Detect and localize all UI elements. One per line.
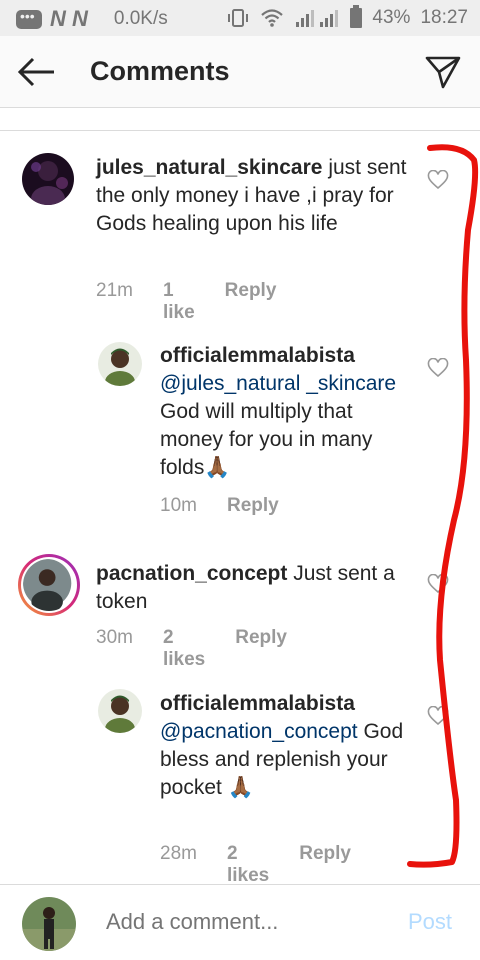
like-heart-icon[interactable] [427, 574, 449, 594]
signal-icon [296, 10, 339, 27]
like-heart-icon[interactable] [427, 706, 449, 726]
comment-text: jules_natural_skincare just sent the onl… [96, 154, 414, 238]
comment-text: officialemmalabista @jules_natural _skin… [160, 342, 414, 482]
comment-text: officialemmalabista @pacnation_concept G… [160, 690, 414, 802]
page-title: Comments [90, 56, 230, 86]
comment-username[interactable]: officialemmalabista [160, 344, 355, 367]
reply-button[interactable]: Reply [299, 843, 351, 887]
divider [0, 130, 480, 131]
comment-meta: 30m 2 likes Reply [96, 627, 287, 671]
post-button[interactable]: Post [408, 909, 452, 935]
comment-meta: 28m 2 likes Reply [160, 843, 351, 887]
back-arrow-icon[interactable] [16, 56, 56, 88]
comment-time: 30m [96, 627, 133, 648]
mention-link[interactable]: @jules_natural _skincare [160, 372, 396, 395]
vibrate-icon [228, 9, 249, 27]
wifi-icon [261, 9, 284, 27]
header-bar: Comments [0, 36, 480, 108]
status-bar: N N 0.0K/s 43% 18:27 [0, 0, 480, 36]
comment-time: 21m [96, 280, 133, 301]
avatar[interactable] [98, 342, 142, 386]
clock: 18:27 [420, 7, 468, 28]
reply-button[interactable]: Reply [225, 280, 277, 324]
mention-link[interactable]: @pacnation_concept [160, 720, 358, 743]
reply-button[interactable]: Reply [235, 627, 287, 671]
battery-icon [350, 5, 363, 28]
comment-meta: 21m 1 like Reply [96, 280, 276, 324]
like-count[interactable]: 2 likes [227, 843, 269, 887]
battery-percent: 43% [372, 7, 411, 28]
comment-username[interactable]: jules_natural_skincare [96, 156, 322, 179]
avatar[interactable] [22, 153, 74, 205]
like-heart-icon[interactable] [427, 358, 449, 378]
avatar[interactable] [18, 554, 80, 616]
like-count[interactable]: 1 like [163, 280, 195, 324]
add-comment-input[interactable] [106, 909, 386, 935]
comment-text: pacnation_concept Just sent a token [96, 560, 414, 616]
current-user-avatar [22, 897, 76, 951]
comment-body: God will multiply that money for you in … [160, 400, 373, 479]
direct-send-icon[interactable] [424, 54, 462, 90]
comment-username[interactable]: officialemmalabista [160, 692, 355, 715]
like-count[interactable]: 2 likes [163, 627, 205, 671]
comment-time: 28m [160, 843, 197, 864]
n-notification-icons: N N [50, 6, 88, 31]
comment-meta: 10m Reply [160, 495, 279, 517]
reply-button[interactable]: Reply [227, 495, 279, 517]
network-speed: 0.0K/s [113, 8, 168, 29]
message-notification-icon [16, 8, 42, 29]
add-comment-bar: Post [0, 884, 480, 960]
like-heart-icon[interactable] [427, 170, 449, 190]
comment-username[interactable]: pacnation_concept [96, 562, 287, 585]
comment-time: 10m [160, 495, 197, 516]
avatar[interactable] [98, 689, 142, 733]
